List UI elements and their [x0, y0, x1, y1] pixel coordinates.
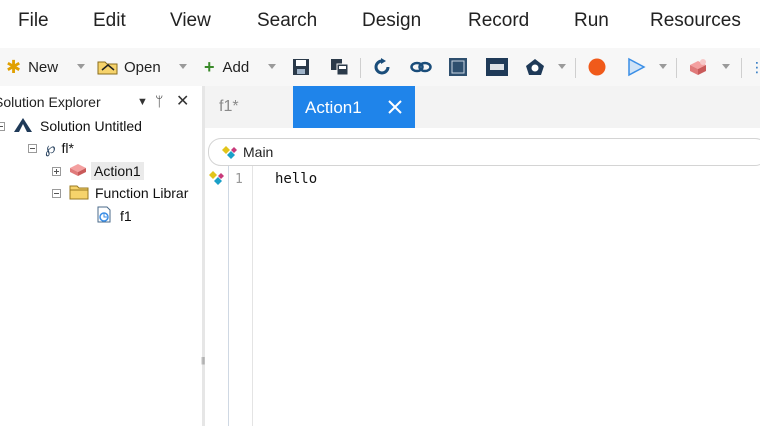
solution-label: Solution Untitled [40, 118, 142, 134]
code-line[interactable]: hello [275, 171, 317, 187]
new-button[interactable]: ✱ New [6, 56, 58, 78]
menu-edit[interactable]: Edit [93, 10, 126, 32]
collapse-toggle[interactable] [28, 143, 37, 153]
save-disk-icon [293, 59, 309, 75]
new-button-label: New [28, 58, 59, 76]
expand-toggle[interactable] [52, 166, 61, 176]
save-all-icon [331, 59, 349, 76]
tab-f1[interactable]: f1* [219, 98, 239, 116]
menu-view[interactable]: View [170, 10, 211, 32]
toolbar-separator-4 [741, 58, 742, 78]
menu-run[interactable]: Run [574, 10, 609, 32]
action-cube-icon [69, 163, 87, 180]
sv-button[interactable] [448, 56, 468, 78]
line-number-divider [252, 166, 253, 426]
resources-dropdown-caret[interactable] [722, 64, 730, 69]
menu-design[interactable]: Design [362, 10, 421, 32]
scope-combo[interactable]: Main [208, 138, 760, 166]
sv-icon [449, 58, 467, 76]
tree-row-action[interactable]: Action1 [52, 161, 144, 181]
open-button-label: Open [124, 58, 161, 76]
tab-action1-label: Action1 [305, 98, 362, 117]
add-button[interactable]: + Add [204, 56, 249, 78]
new-dropdown-caret[interactable] [77, 64, 85, 69]
solution-icon [13, 117, 33, 136]
menu-bar: File Edit View Search Design Record Run … [0, 0, 760, 44]
mc-icon [486, 58, 508, 76]
save-all-button[interactable] [330, 56, 350, 78]
resources-cube-icon [690, 59, 706, 75]
panel-menu-chevron-down-icon[interactable]: ▼ [137, 96, 148, 108]
tree-row-test[interactable]: ℘ fl* [28, 138, 77, 158]
menu-resources[interactable]: Resources [650, 10, 741, 32]
toolbar-separator [360, 58, 361, 78]
open-button[interactable]: Open [97, 56, 161, 78]
add-dropdown-caret[interactable] [268, 64, 276, 69]
open-dropdown-caret[interactable] [179, 64, 187, 69]
refresh-swirl-icon [374, 58, 390, 75]
tree-row-solution[interactable]: Solution Untitled [0, 116, 145, 136]
object-spy-icon [526, 59, 544, 75]
object-spy-dropdown-caret[interactable] [558, 64, 566, 69]
scope-combo-value: Main [243, 144, 274, 160]
pin-icon[interactable]: ᛘ [155, 93, 163, 109]
toolbar-overflow-icon[interactable]: ⋮ [750, 56, 760, 78]
solution-explorer-title: Solution Explorer [0, 94, 101, 110]
mc-button[interactable] [486, 56, 508, 78]
menu-search[interactable]: Search [257, 10, 317, 32]
file-label: f1 [120, 208, 132, 224]
add-plus-icon: + [204, 56, 215, 77]
link-button[interactable] [410, 56, 432, 78]
new-star-icon: ✱ [6, 56, 22, 77]
collapse-toggle[interactable] [0, 121, 5, 131]
test-key-icon: ℘ [45, 140, 56, 157]
collapse-toggle[interactable] [52, 188, 61, 198]
toolbar-separator-2 [575, 58, 576, 78]
run-dropdown-caret[interactable] [659, 64, 667, 69]
object-spy-button[interactable] [524, 56, 546, 78]
tree-row-file[interactable]: f1 [95, 206, 135, 226]
splitter-grip: ||| [201, 356, 205, 365]
run-button[interactable] [626, 56, 646, 78]
menu-file[interactable]: File [18, 10, 49, 32]
function-library-label: Function Librar [95, 185, 189, 201]
add-button-label: Add [222, 58, 250, 76]
diamond-scope-icon [222, 146, 237, 159]
record-button[interactable] [587, 56, 607, 78]
editor-tab-bar: f1* Action1 [205, 86, 760, 128]
function-file-icon [95, 206, 113, 227]
tab-close-icon[interactable] [387, 99, 403, 115]
tab-action1[interactable]: Action1 [293, 86, 415, 128]
open-folder-icon [97, 58, 119, 76]
refresh-button[interactable] [372, 56, 392, 78]
run-play-icon [628, 57, 646, 77]
folder-icon [69, 184, 89, 203]
save-button[interactable] [292, 56, 310, 78]
test-label: fl* [61, 140, 74, 156]
close-icon[interactable]: ✕ [176, 91, 189, 111]
main-toolbar: ✱ New Open + Add ⋮ [0, 48, 760, 86]
diamond-marker-icon [209, 171, 224, 185]
solution-explorer-panel: Solution Explorer ▼ ᛘ ✕ Solution Untitle… [0, 86, 202, 426]
link-icon [410, 61, 432, 73]
gutter-divider [228, 166, 229, 426]
code-editor[interactable]: 1 hello [205, 166, 760, 426]
tree-row-function-library[interactable]: Function Librar [52, 183, 191, 203]
record-circle-icon [588, 58, 606, 76]
menu-record[interactable]: Record [468, 10, 529, 32]
resources-button[interactable] [688, 56, 710, 78]
toolbar-separator-3 [676, 58, 677, 78]
action-label: Action1 [91, 162, 144, 180]
line-number: 1 [235, 172, 243, 187]
